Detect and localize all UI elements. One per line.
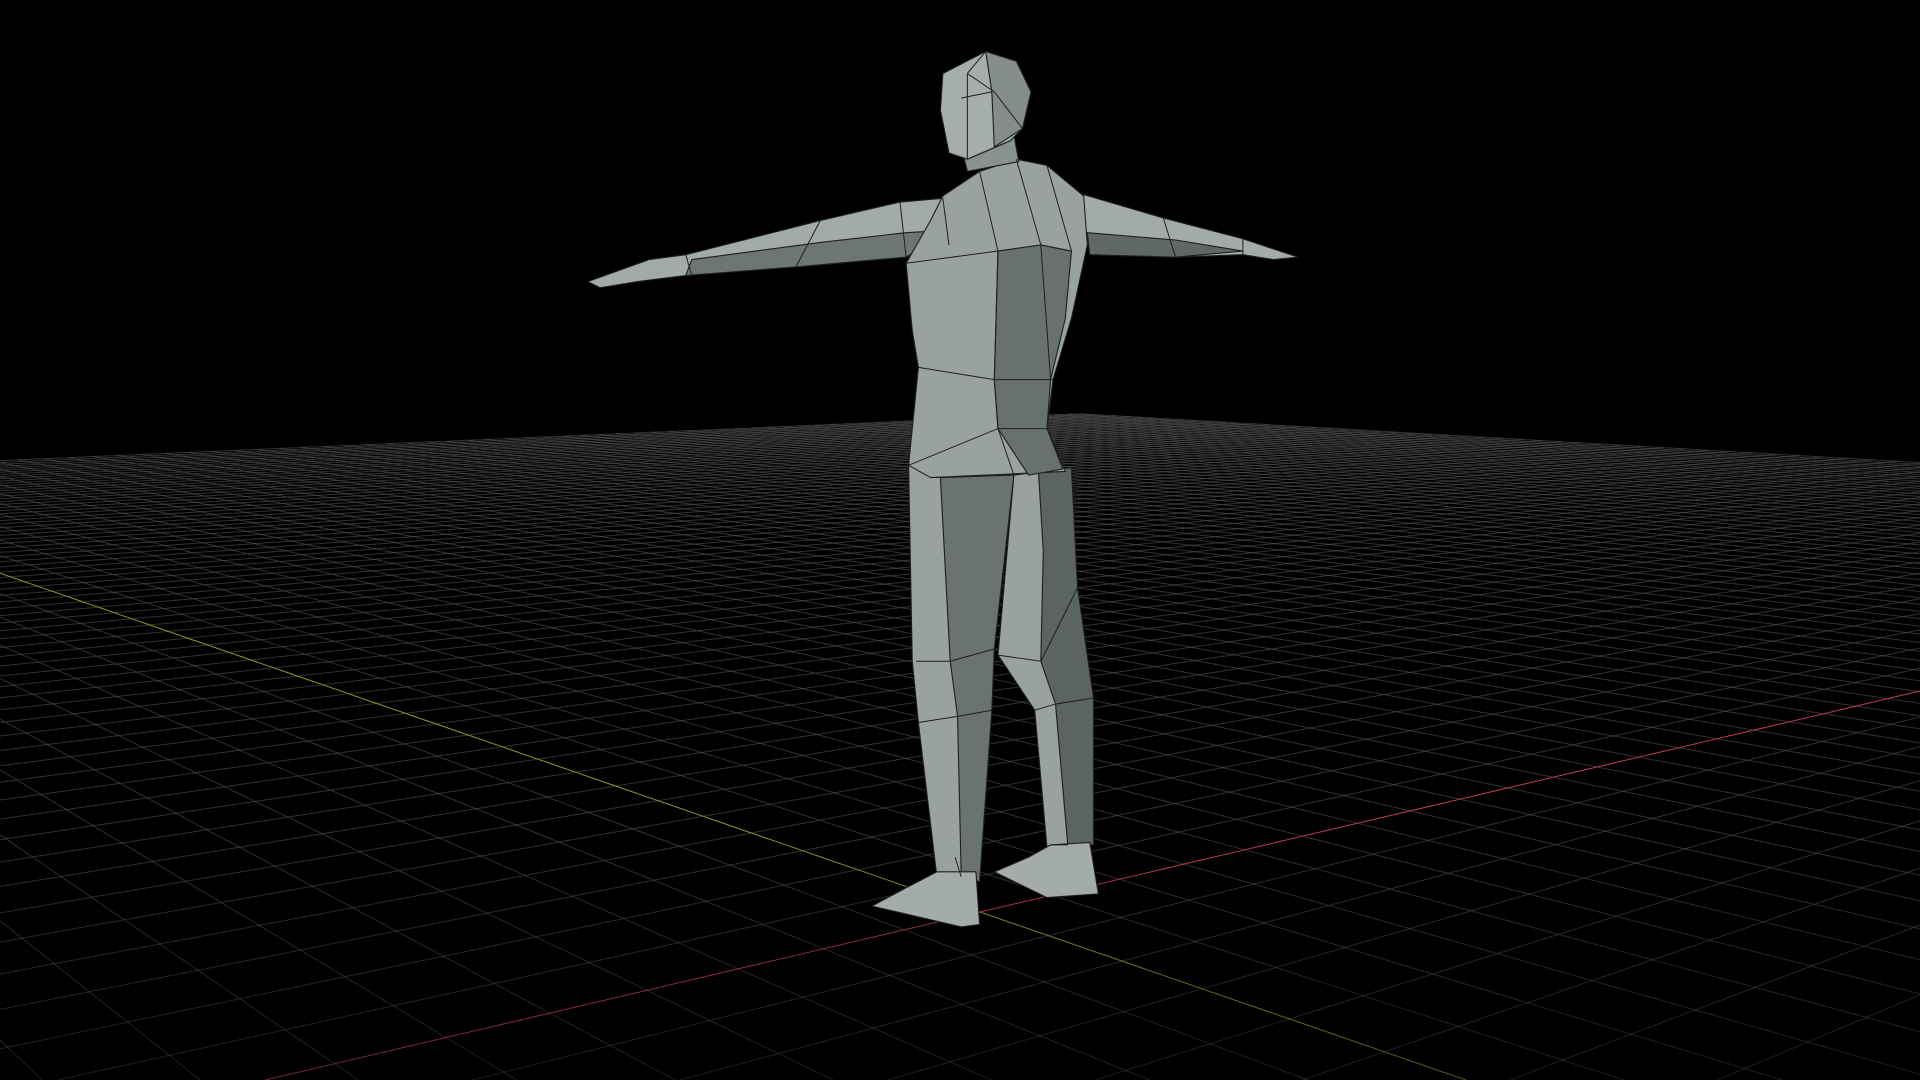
- grid-line: [0, 721, 6, 723]
- 3d-viewport[interactable]: [0, 0, 1920, 1080]
- grid-line: [1915, 532, 1920, 535]
